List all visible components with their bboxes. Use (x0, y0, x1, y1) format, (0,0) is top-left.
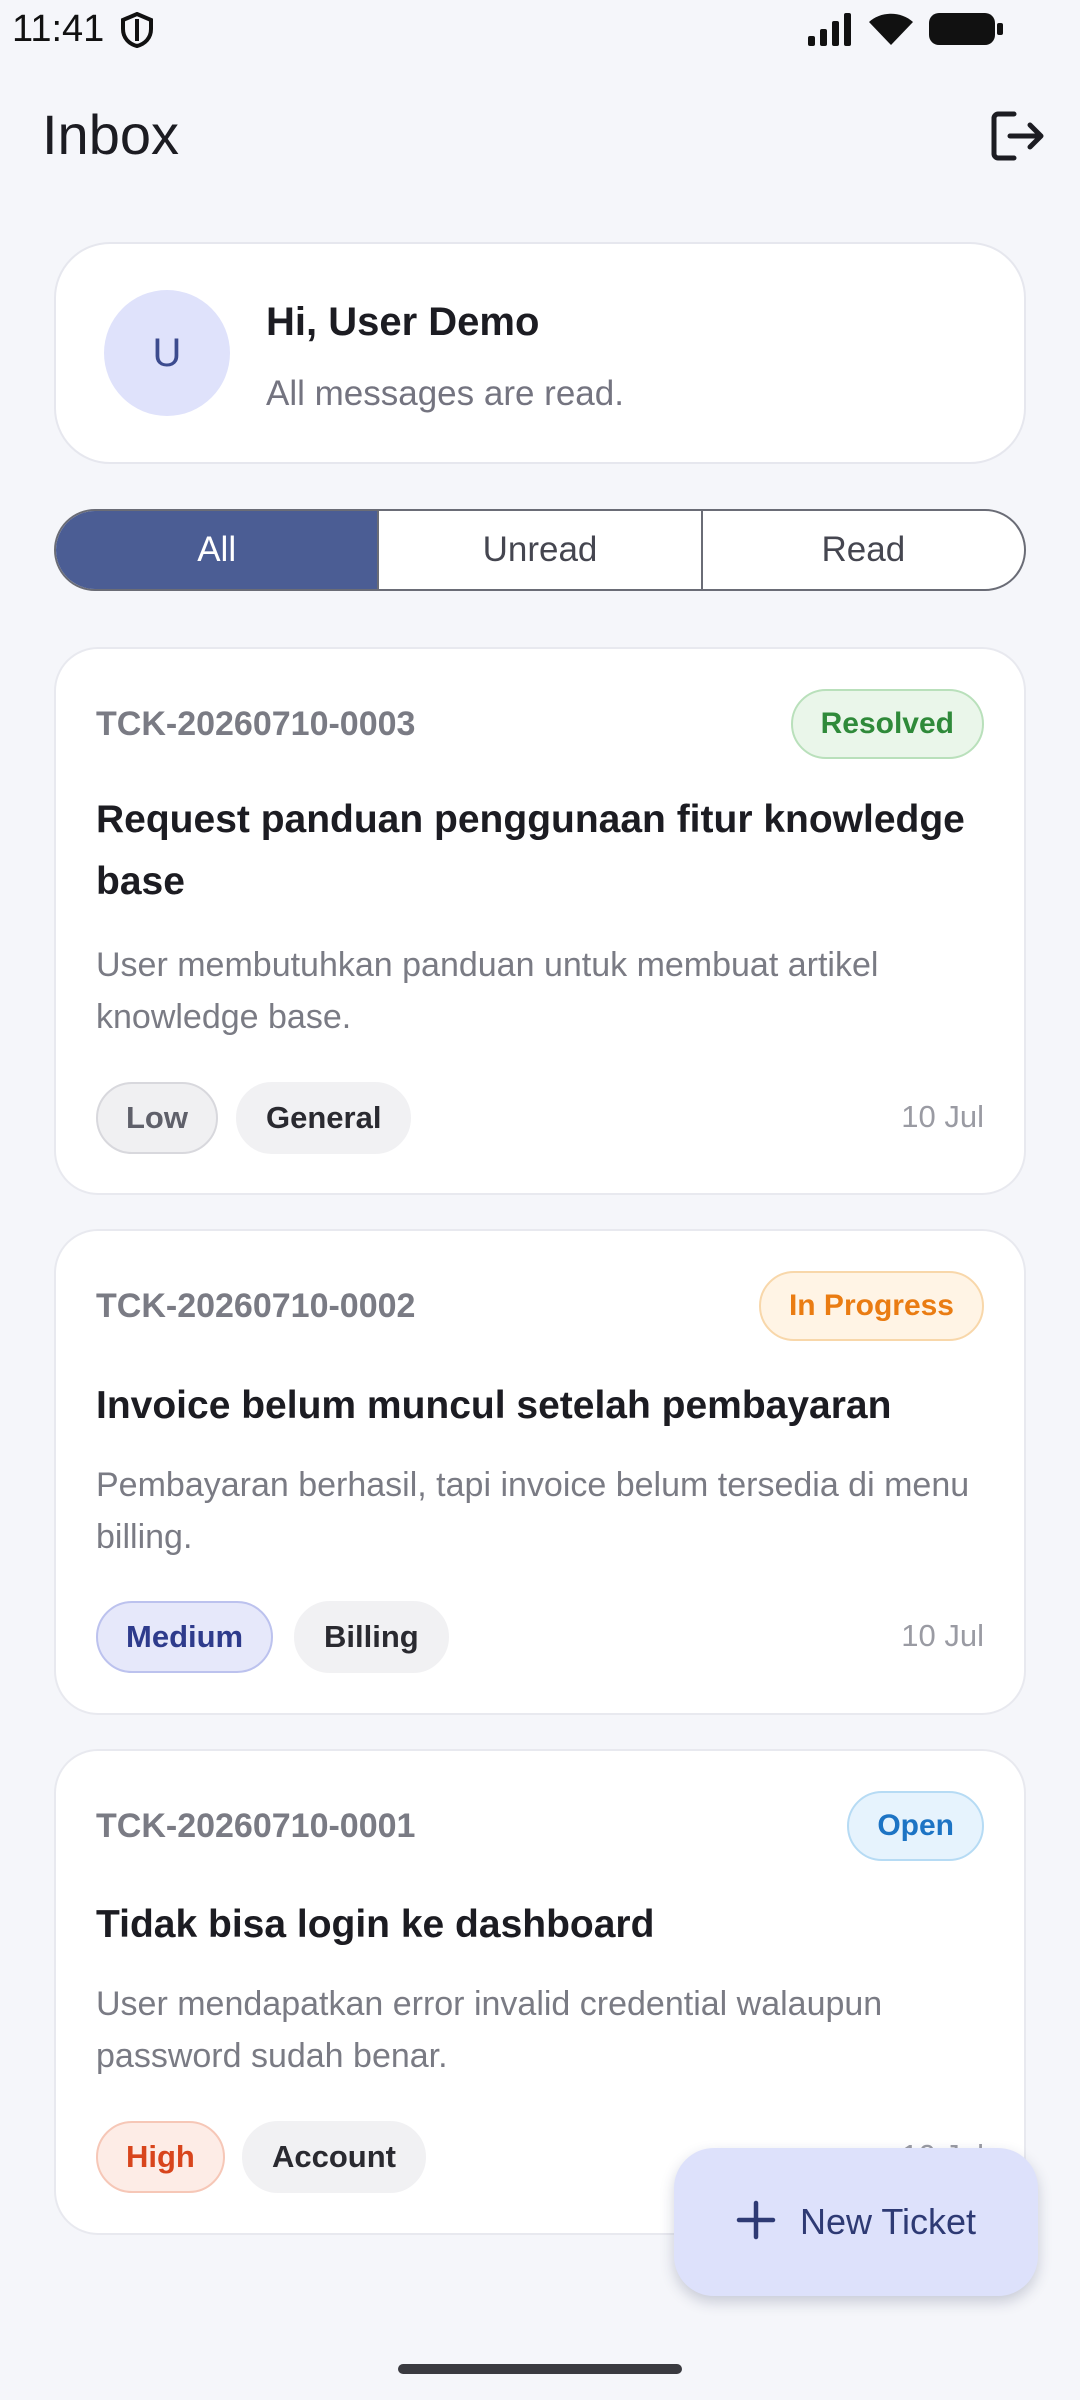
status-badge: Open (847, 1791, 984, 1861)
priority-chip: Medium (96, 1601, 274, 1673)
ticket-description: User membutuhkan panduan untuk membuat a… (96, 946, 879, 1036)
status-bar: 11:41 (0, 0, 1080, 60)
home-indicator[interactable] (398, 2364, 682, 2374)
ticket-card[interactable]: TCK-20260710-0002 In Progress Invoice be… (54, 1229, 1026, 1715)
filter-read[interactable]: Read (700, 511, 1024, 589)
battery-icon (928, 12, 1004, 51)
filter-all[interactable]: All (56, 511, 378, 589)
ticket-date: 10 Jul (901, 1618, 984, 1653)
category-chip: Account (242, 2121, 426, 2193)
plus-icon (736, 2200, 776, 2245)
logout-icon[interactable] (988, 106, 1048, 166)
ticket-title: Request panduan penggunaan fitur knowled… (96, 798, 965, 903)
shield-icon (120, 11, 154, 53)
greeting-subtitle: All messages are read. (266, 374, 624, 413)
ticket-id: TCK-20260710-0002 (96, 1287, 416, 1325)
category-chip: General (236, 1082, 412, 1154)
ticket-description: Pembayaran berhasil, tapi invoice belum … (96, 1466, 970, 1556)
new-ticket-label: New Ticket (799, 2201, 977, 2242)
priority-chip: High (96, 2121, 225, 2193)
avatar-initial: U (152, 330, 182, 375)
ticket-id: TCK-20260710-0001 (96, 1807, 416, 1845)
app-bar: Inbox (0, 90, 1080, 180)
filter-unread[interactable]: Unread (377, 511, 700, 589)
ticket-description: User mendapatkan error invalid credentia… (96, 1985, 883, 2075)
greeting: Hi, User Demo (266, 300, 540, 344)
page-title: Inbox (42, 103, 179, 166)
status-badge: In Progress (758, 1271, 984, 1341)
avatar: U (104, 290, 230, 416)
ticket-title: Invoice belum muncul setelah pembayaran (96, 1384, 892, 1427)
status-time: 11:41 (12, 8, 105, 50)
wifi-icon (868, 12, 914, 51)
ticket-id: TCK-20260710-0003 (96, 705, 416, 743)
category-chip: Billing (294, 1601, 449, 1673)
priority-chip: Low (96, 1082, 218, 1154)
filter-segmented-control: All Unread Read (54, 509, 1026, 591)
ticket-card[interactable]: TCK-20260710-0003 Resolved Request pandu… (54, 647, 1026, 1195)
new-ticket-button[interactable]: New Ticket (674, 2148, 1038, 2296)
status-badge: Resolved (790, 689, 984, 759)
profile-card: U Hi, User Demo All messages are read. (54, 242, 1026, 464)
signal-icon (806, 12, 854, 51)
ticket-date: 10 Jul (901, 1099, 984, 1134)
ticket-title: Tidak bisa login ke dashboard (96, 1903, 655, 1946)
